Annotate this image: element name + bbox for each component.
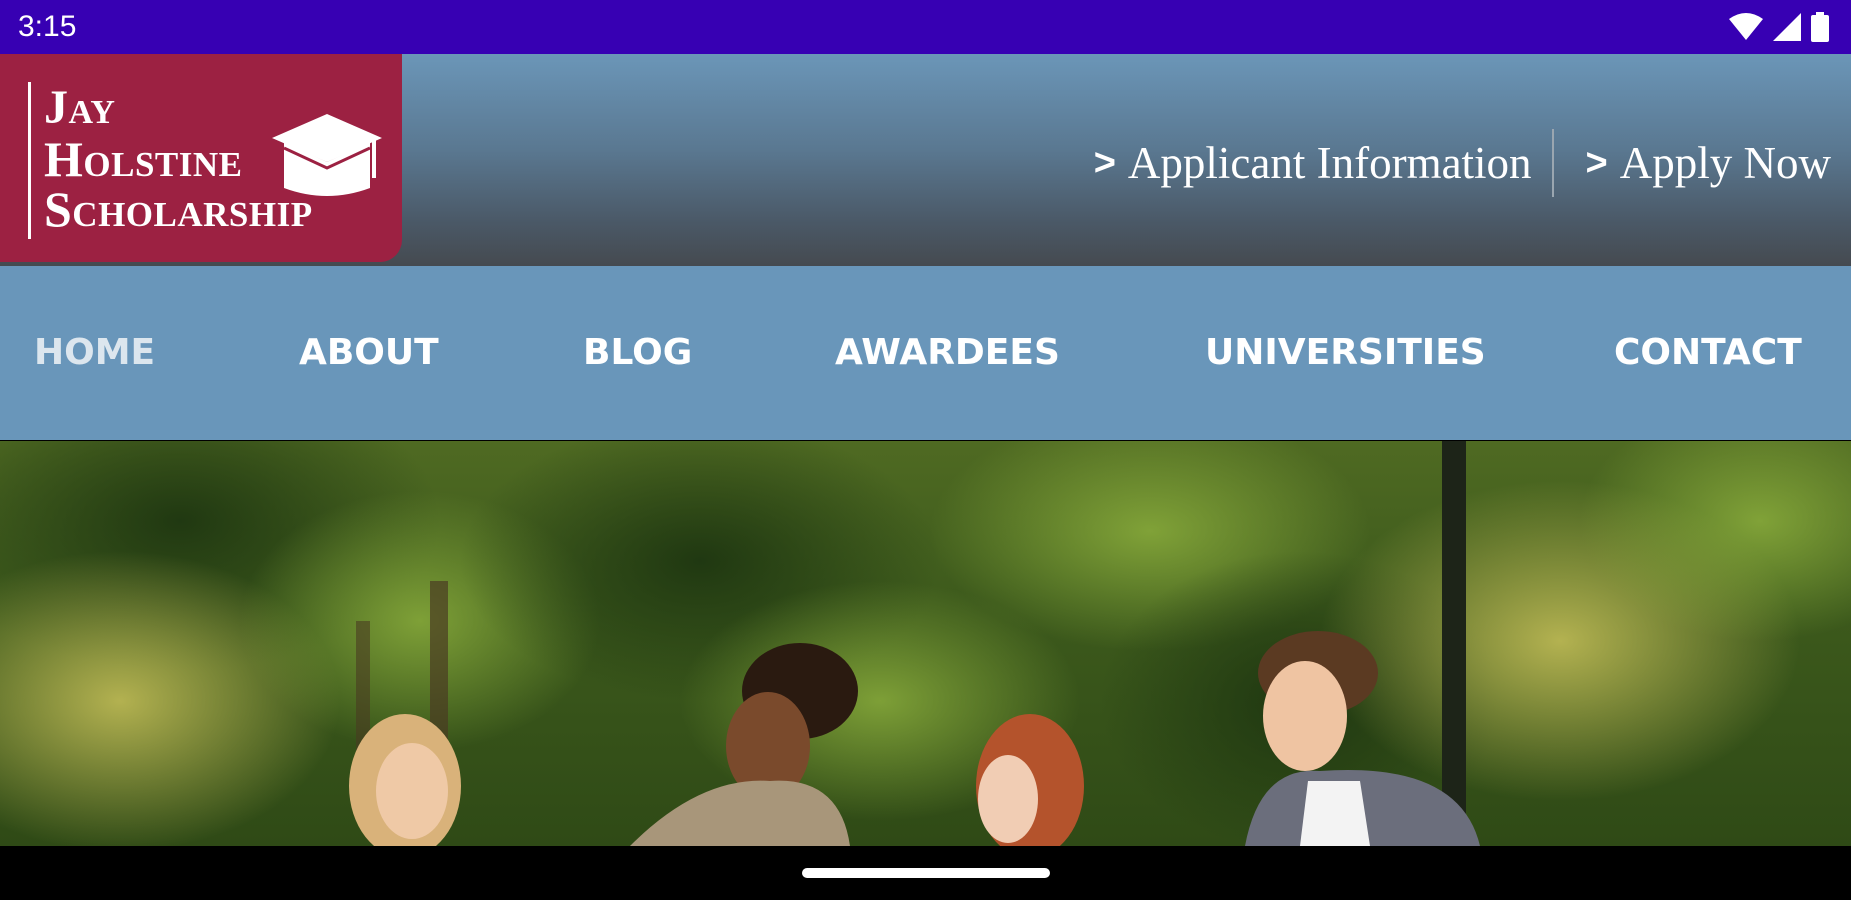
hero-image [0,441,1851,846]
chevron-right-icon: > [1585,141,1608,184]
nav-item-contact[interactable]: CONTACT [1614,266,1802,440]
apply-now-label: Apply Now [1619,138,1831,188]
status-icons [1729,12,1829,42]
nav-item-home[interactable]: HOME [34,266,155,440]
home-gesture-handle[interactable] [802,868,1050,878]
wifi-icon [1729,13,1763,41]
battery-icon [1811,12,1829,42]
navigation-bar [0,846,1851,900]
applicant-information-link[interactable]: > Applicant Information [1094,137,1532,189]
site-logo[interactable]: Jay Holstine Scholarship [0,54,402,262]
chevron-right-icon: > [1093,141,1116,184]
nav-item-awardees[interactable]: AWARDEES [835,266,1060,440]
utility-links: > Applicant Information > Apply Now [1094,112,1831,214]
signal-icon [1773,13,1801,41]
nav-item-universities[interactable]: UNIVERSITIES [1205,266,1486,440]
apply-now-link[interactable]: > Apply Now [1586,137,1831,189]
status-time: 3:15 [18,10,77,43]
logo-text-line-1: Jay [44,81,116,134]
logo-divider [28,82,31,239]
nav-item-about[interactable]: ABOUT [299,266,439,440]
status-bar: 3:15 [0,0,1851,54]
nav-item-blog[interactable]: BLOG [583,266,692,440]
main-nav: HOME ABOUT BLOG AWARDEES UNIVERSITIES CO… [0,266,1851,440]
graduation-cap-icon [270,108,384,213]
site-header: Jay Holstine Scholarship > Applicant Inf… [0,54,1851,266]
students-walking-in-park-photo [0,441,1851,846]
link-divider [1551,129,1554,197]
applicant-information-label: Applicant Information [1127,138,1532,188]
